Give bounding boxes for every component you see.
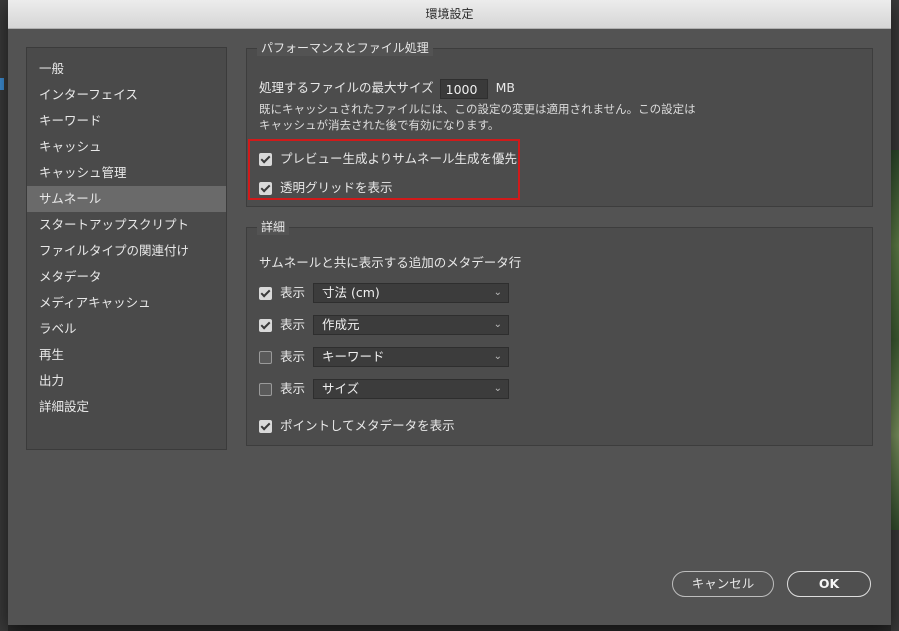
cancel-button[interactable]: キャンセル <box>672 571 774 597</box>
sidebar-item-playback[interactable]: 再生 <box>27 342 226 368</box>
metadata-lines-subtitle: サムネールと共に表示する追加のメタデータ行 <box>259 255 522 270</box>
sidebar-item-general[interactable]: 一般 <box>27 56 226 82</box>
highlight-annotation-box <box>248 139 520 200</box>
metadata-row-2-checkbox[interactable] <box>259 319 272 332</box>
metadata-row-1-checkbox[interactable] <box>259 287 272 300</box>
chevron-down-icon: ⌄ <box>493 383 502 394</box>
sidebar-item-output[interactable]: 出力 <box>27 368 226 394</box>
sidebar-item-cache[interactable]: キャッシュ <box>27 134 226 160</box>
background-app-left <box>0 0 8 631</box>
metadata-row-2-show-label: 表示 <box>280 317 306 332</box>
ok-button[interactable]: OK <box>787 571 871 597</box>
max-file-size-unit: MB <box>495 80 516 95</box>
cache-note: 既にキャッシュされたファイルには、この設定の変更は適用されません。この設定は キ… <box>259 101 696 133</box>
hover-metadata-label: ポイントしてメタデータを表示 <box>280 418 455 433</box>
chevron-down-icon: ⌄ <box>493 287 502 298</box>
metadata-row-3: 表示 <box>259 347 305 367</box>
metadata-row-3-checkbox[interactable] <box>259 351 272 364</box>
preferences-sidebar: 一般 インターフェイス キーワード キャッシュ キャッシュ管理 サムネール スタ… <box>26 47 227 450</box>
hover-metadata-checkbox[interactable] <box>259 420 272 433</box>
metadata-row-4-value: サイズ <box>322 381 360 396</box>
details-group: 詳細 サムネールと共に表示する追加のメタデータ行 表示 寸法 (cm) ⌄ 表示 … <box>246 219 873 446</box>
chevron-down-icon: ⌄ <box>493 319 502 330</box>
metadata-row-2-value: 作成元 <box>322 317 360 332</box>
background-photo-strip <box>891 150 899 530</box>
metadata-row-3-show-label: 表示 <box>280 349 306 364</box>
max-file-size-row: 処理するファイルの最大サイズ 1000 MB <box>259 77 515 99</box>
metadata-row-4: 表示 <box>259 379 305 399</box>
metadata-row-4-show-label: 表示 <box>280 381 306 396</box>
sidebar-item-interface[interactable]: インターフェイス <box>27 82 226 108</box>
sidebar-item-keywords[interactable]: キーワード <box>27 108 226 134</box>
sidebar-item-cache-management[interactable]: キャッシュ管理 <box>27 160 226 186</box>
details-group-title: 詳細 <box>257 219 290 235</box>
sidebar-item-labels[interactable]: ラベル <box>27 316 226 342</box>
metadata-row-4-select[interactable]: サイズ ⌄ <box>313 379 509 399</box>
metadata-row-4-checkbox[interactable] <box>259 383 272 396</box>
metadata-row-2: 表示 <box>259 315 305 335</box>
cache-note-line1: 既にキャッシュされたファイルには、この設定の変更は適用されません。この設定は <box>259 102 696 116</box>
sidebar-item-metadata[interactable]: メタデータ <box>27 264 226 290</box>
metadata-row-3-value: キーワード <box>322 349 385 364</box>
hover-metadata-option[interactable]: ポイントしてメタデータを表示 <box>259 415 455 434</box>
preferences-dialog: 環境設定 一般 インターフェイス キーワード キャッシュ キャッシュ管理 サムネ… <box>8 0 891 625</box>
cache-note-line2: キャッシュが消去された後で有効になります。 <box>259 118 500 132</box>
sidebar-item-file-type-associations[interactable]: ファイルタイプの関連付け <box>27 238 226 264</box>
background-app-right <box>891 0 899 631</box>
metadata-row-3-select[interactable]: キーワード ⌄ <box>313 347 509 367</box>
background-selection-marker <box>0 78 4 90</box>
window-title: 環境設定 <box>8 0 891 29</box>
max-file-size-label: 処理するファイルの最大サイズ <box>259 80 434 95</box>
sidebar-item-advanced[interactable]: 詳細設定 <box>27 394 226 420</box>
performance-group-title: パフォーマンスとファイル処理 <box>257 40 433 56</box>
chevron-down-icon: ⌄ <box>493 351 502 362</box>
metadata-row-1-value: 寸法 (cm) <box>322 285 380 300</box>
max-file-size-input[interactable]: 1000 <box>439 78 488 99</box>
metadata-row-1-show-label: 表示 <box>280 285 306 300</box>
metadata-row-1-select[interactable]: 寸法 (cm) ⌄ <box>313 283 509 303</box>
metadata-row-2-select[interactable]: 作成元 ⌄ <box>313 315 509 335</box>
sidebar-item-media-cache[interactable]: メディアキャッシュ <box>27 290 226 316</box>
sidebar-item-startup-scripts[interactable]: スタートアップスクリプト <box>27 212 226 238</box>
metadata-row-1: 表示 <box>259 283 305 303</box>
sidebar-item-thumbnails[interactable]: サムネール <box>27 186 226 212</box>
